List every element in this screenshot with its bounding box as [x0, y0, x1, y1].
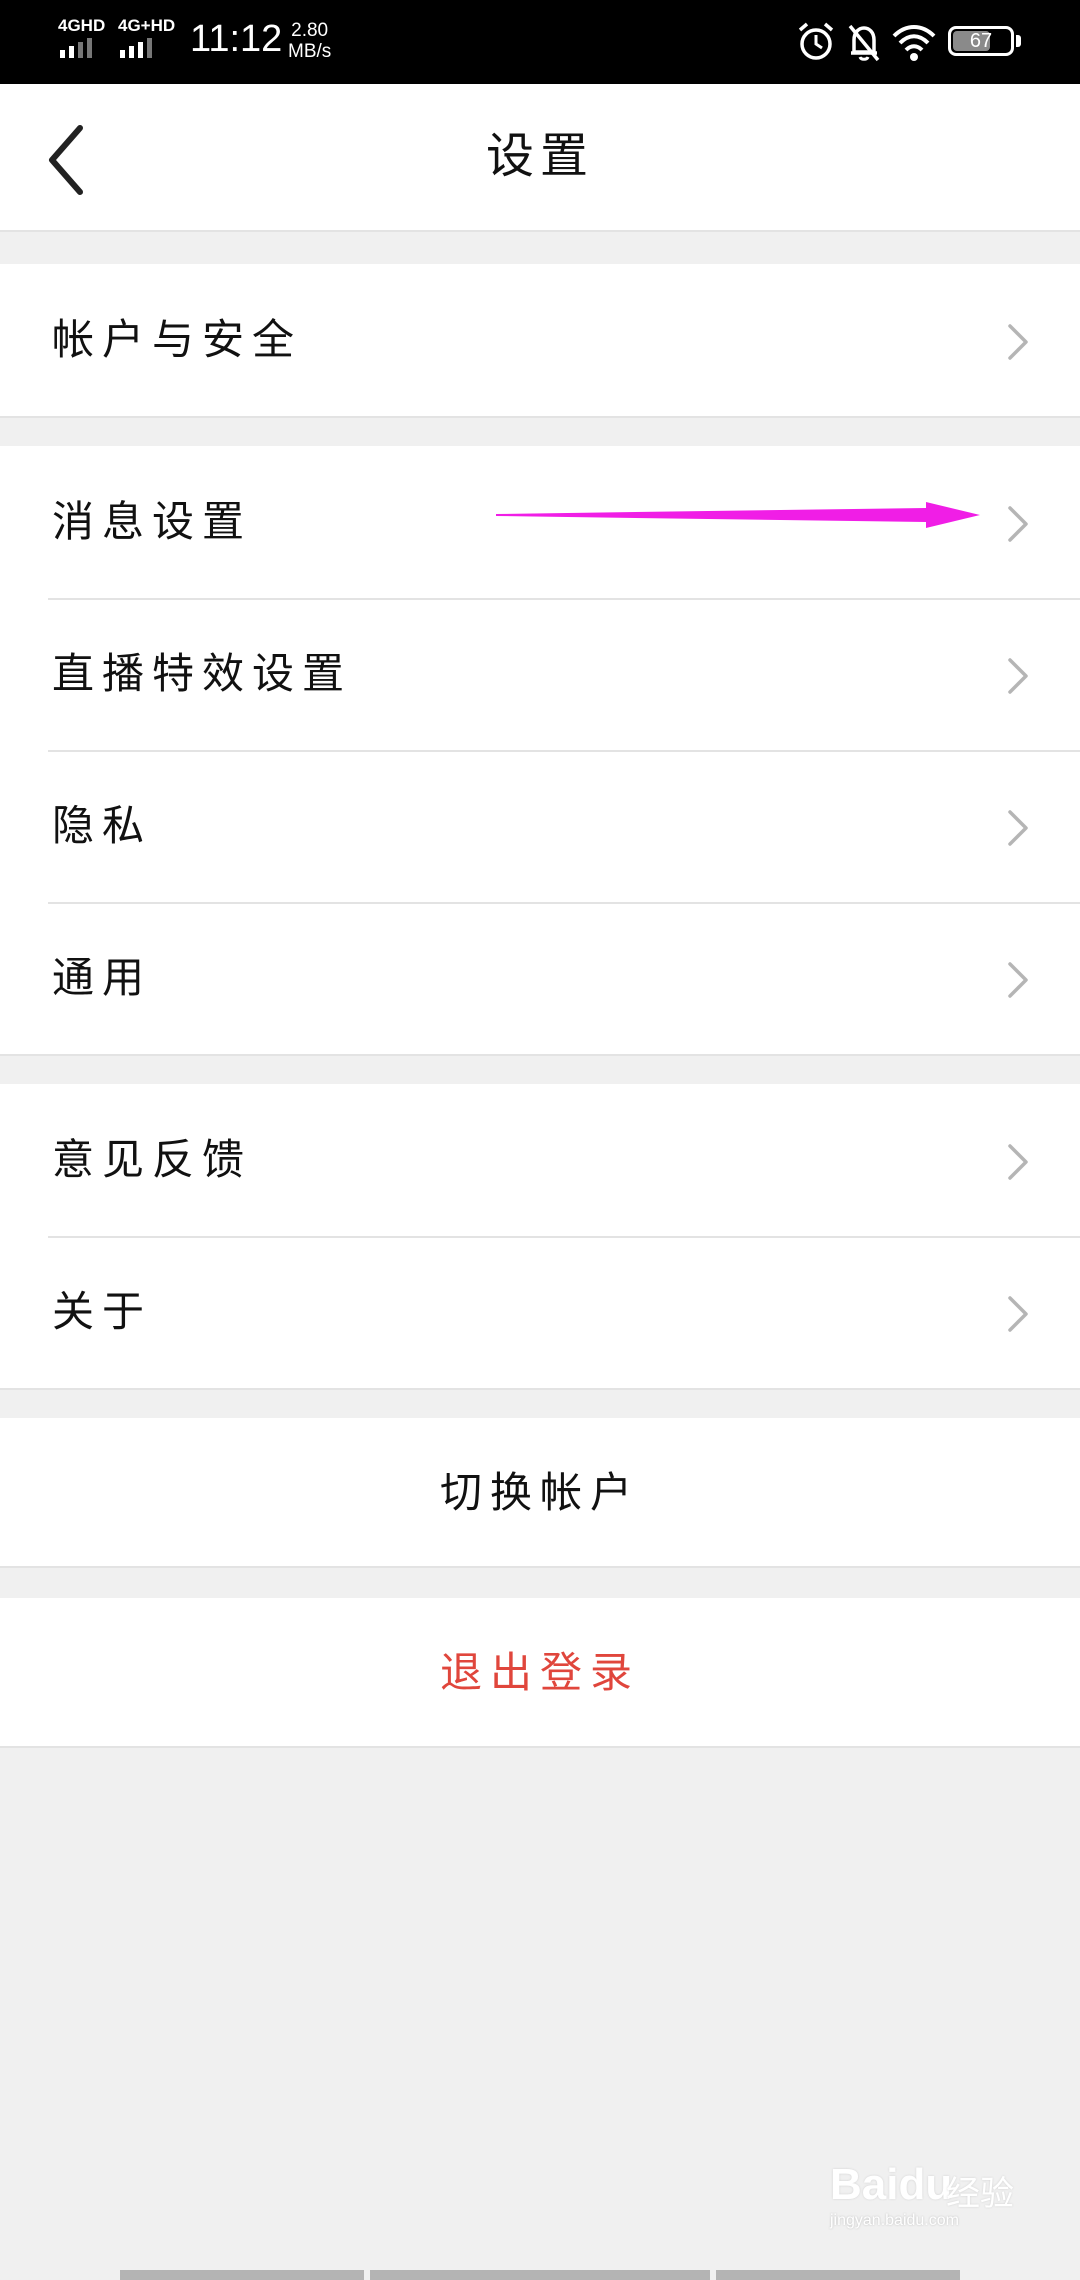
settings-group-about: 意见反馈 关于: [0, 1084, 1080, 1390]
chevron-right-icon: [1008, 1296, 1028, 1332]
signal-icon-1: [60, 38, 92, 58]
chevron-right-icon: [1008, 810, 1028, 846]
row-label: 关于: [52, 1287, 153, 1336]
logout-label: 退出登录: [439, 1648, 640, 1697]
battery-icon: 67: [948, 26, 1014, 56]
settings-group-main: 消息设置 直播特效设置 隐私 通用: [0, 446, 1080, 1056]
speed-value: 2.80: [291, 20, 329, 41]
row-label: 直播特效设置: [52, 649, 353, 698]
row-label: 通用: [52, 953, 153, 1002]
logout-button[interactable]: 退出登录: [0, 1598, 1080, 1748]
switch-account-label: 切换帐户: [439, 1468, 640, 1517]
nav-bar: 设置: [0, 84, 1080, 232]
battery-level: 67: [969, 30, 993, 52]
status-bar: 4GHD 4G+HD 11:12 2.80 MB/s 67: [0, 0, 1080, 84]
chevron-right-icon: [1008, 506, 1028, 542]
speed-unit: MB/s: [288, 41, 332, 62]
alarm-icon: [798, 22, 834, 60]
chevron-right-icon: [1008, 658, 1028, 694]
settings-row-account-security[interactable]: 帐户与安全: [0, 264, 1080, 416]
bottom-handle-left: [120, 2270, 364, 2280]
settings-row-live-effects[interactable]: 直播特效设置: [0, 598, 1080, 750]
settings-group-account: 帐户与安全: [0, 264, 1080, 418]
annotation-arrow-icon: [496, 502, 980, 528]
network-label-2: 4G+HD: [118, 16, 176, 35]
watermark-url: jingyan.baidu.com: [830, 2212, 959, 2229]
wifi-icon: [892, 25, 936, 61]
settings-row-general[interactable]: 通用: [0, 902, 1080, 1054]
bell-muted-icon: [848, 24, 880, 62]
row-label: 帐户与安全: [52, 315, 303, 364]
clock: 11:12: [190, 18, 283, 60]
chevron-right-icon: [1008, 324, 1028, 360]
bottom-handle-center: [370, 2270, 710, 2280]
switch-account-button[interactable]: 切换帐户: [0, 1418, 1080, 1568]
baidu-watermark: Baidu 经验 jingyan.baidu.com: [826, 2160, 1026, 2230]
network-speed: 2.80 MB/s: [288, 20, 331, 62]
chevron-right-icon: [1008, 1144, 1028, 1180]
battery-tip: [1016, 35, 1021, 47]
watermark-cn: 经验: [946, 2174, 1014, 2214]
settings-row-feedback[interactable]: 意见反馈: [0, 1084, 1080, 1236]
page-title: 设置: [485, 128, 594, 184]
settings-row-about[interactable]: 关于: [0, 1236, 1080, 1388]
chevron-right-icon: [1008, 962, 1028, 998]
row-label: 隐私: [52, 801, 153, 850]
watermark-brand: Baidu: [830, 2160, 953, 2209]
signal-icon-2: [120, 38, 152, 58]
row-label: 意见反馈: [52, 1135, 253, 1184]
settings-row-privacy[interactable]: 隐私: [0, 750, 1080, 902]
network-label-1: 4GHD: [58, 16, 106, 35]
row-label: 消息设置: [52, 497, 253, 546]
bottom-handle-right: [716, 2270, 960, 2280]
